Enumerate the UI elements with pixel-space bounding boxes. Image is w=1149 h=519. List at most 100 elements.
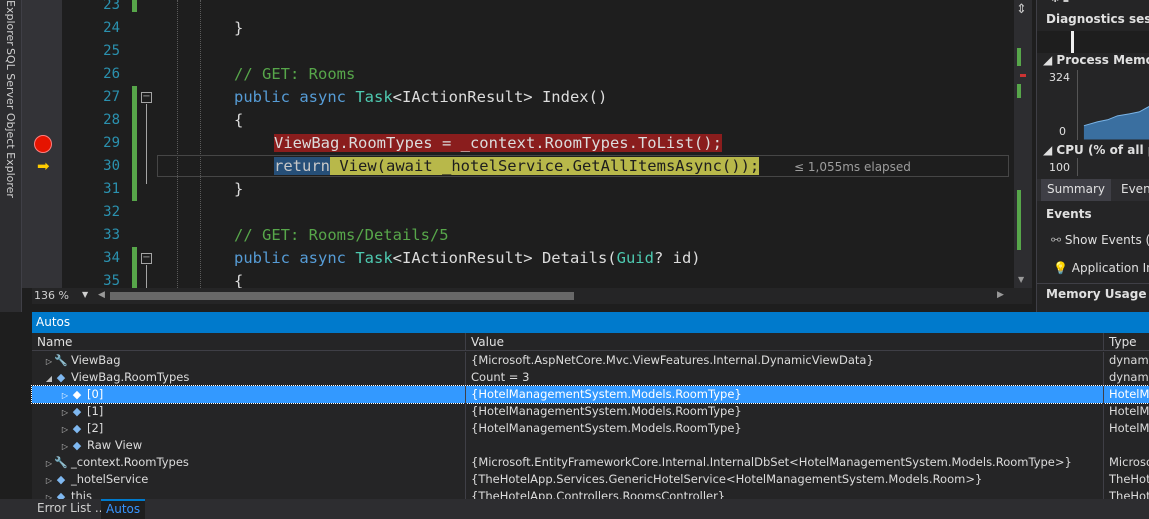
code-line-29[interactable]: ViewBag.RoomTypes = _context.RoomTypes.T… <box>274 132 722 155</box>
collapse-region-icon[interactable]: − <box>141 92 152 103</box>
split-editor-icon[interactable]: ⇕ <box>1016 2 1027 17</box>
triangle-down-icon[interactable]: ◢ <box>1043 143 1052 157</box>
table-row[interactable]: ◢ ◆ ViewBag.RoomTypes Count = 3 dynami <box>32 369 1149 386</box>
tab-autos[interactable]: Autos <box>101 499 146 519</box>
code-type: Guid <box>616 249 654 267</box>
code-text: { <box>234 272 244 288</box>
code-line-33[interactable]: // GET: Rooms/Details/5 <box>234 224 449 247</box>
tab-events[interactable]: Events <box>1115 179 1149 201</box>
table-row[interactable]: ▷ 🔧 ViewBag {Microsoft.AspNetCore.Mvc.View… <box>32 352 1149 369</box>
process-memory-label: ◢ Process Memory ( <box>1043 53 1149 67</box>
variable-name: _context.RoomTypes <box>71 455 189 469</box>
line-number: 24 <box>103 20 120 36</box>
code-line-27[interactable]: public async Task<IActionResult> Index() <box>234 86 607 109</box>
table-row[interactable]: ▷ ◆ this {TheHotelApp.Controllers.RoomsCon… <box>32 488 1149 499</box>
autos-title-bar[interactable]: Autos <box>32 312 1149 333</box>
code-line-24[interactable]: } <box>234 17 243 40</box>
line-number: 27 <box>103 89 120 105</box>
line-number: 25 <box>103 43 120 59</box>
expand-icon[interactable]: ▷ <box>44 472 54 488</box>
private-field-icon: ◆ <box>56 473 66 486</box>
variable-value[interactable]: {Microsoft.EntityFrameworkCore.Internal.… <box>465 454 1103 471</box>
expand-icon[interactable]: ▷ <box>60 404 70 420</box>
scroll-down-icon[interactable]: ▼ <box>1018 275 1024 284</box>
raw-view-icon: ◆ <box>72 439 82 452</box>
show-events-text: Show Events (8 <box>1064 233 1149 247</box>
collapse-icon[interactable]: ◢ <box>44 370 54 386</box>
variable-value[interactable]: {TheHotelApp.Services.GenericHotelServic… <box>465 471 1103 488</box>
code-line-34[interactable]: public async Task<IActionResult> Details… <box>234 247 701 270</box>
process-memory-chart[interactable] <box>1077 70 1149 140</box>
sql-server-object-explorer-tab[interactable]: SQL Server Object Explorer <box>4 48 17 198</box>
tab-error-list[interactable]: Error List ... <box>32 499 111 519</box>
variable-name: this <box>71 489 92 499</box>
table-row[interactable]: ▷ ◆ [0] {HotelManagementSystem.Models.Room… <box>31 385 1149 404</box>
expand-icon[interactable]: ▷ <box>60 421 70 437</box>
variable-value[interactable]: {HotelManagementSystem.Models.RoomType} <box>465 386 1103 403</box>
memory-min-label: 0 <box>1059 125 1066 138</box>
variable-value[interactable]: Count = 3 <box>465 369 1103 386</box>
field-icon: ◆ <box>56 371 66 384</box>
expand-icon[interactable]: ▷ <box>44 353 54 369</box>
variable-value[interactable]: {Microsoft.AspNetCore.Mvc.ViewFeatures.I… <box>465 352 1103 369</box>
chevron-down-icon[interactable]: ▼ <box>82 290 88 299</box>
variable-value[interactable] <box>465 437 1103 454</box>
editor-vertical-scrollbar[interactable]: ⇕ ▼ <box>1014 0 1032 288</box>
scrollbar-change-mark <box>1017 48 1021 66</box>
column-header-name[interactable]: Name <box>32 333 72 351</box>
table-row[interactable]: ▷ ◆ Raw View <box>32 437 1149 454</box>
process-memory-text: Process Memory ( <box>1056 53 1149 67</box>
code-editor[interactable]: ➡ 23 24 25 26 27 28 29 30 31 32 33 34 35… <box>22 0 1014 288</box>
autos-window: Autos Name Value Type ▷ 🔧 ViewBag {Microso… <box>31 312 1149 499</box>
diagnostics-session-title: Diagnostics session <box>1046 12 1149 26</box>
scroll-right-icon[interactable]: ▶ <box>997 290 1004 300</box>
cpu-chart[interactable] <box>1077 158 1149 176</box>
expand-icon[interactable]: ▷ <box>44 489 54 499</box>
outline-guide <box>146 265 147 288</box>
column-header-type[interactable]: Type <box>1103 333 1137 351</box>
change-indicator <box>132 86 137 201</box>
code-keyword: public async <box>234 249 346 267</box>
diagnostics-tabs: Summary Events <box>1037 179 1149 201</box>
application-insights-link[interactable]: 💡 Application Ins <box>1053 261 1149 275</box>
horizontal-scroll-thumb[interactable] <box>110 292 574 300</box>
code-line-31[interactable]: } <box>234 178 243 201</box>
variable-type: HotelM <box>1103 420 1149 437</box>
zoom-level[interactable]: 136 % <box>34 289 69 302</box>
table-row[interactable]: ▷ ◆ _hotelService {TheHotelApp.Services.Ge… <box>32 471 1149 488</box>
autos-column-header: Name Value Type <box>32 333 1149 351</box>
expand-icon[interactable]: ▷ <box>44 455 54 471</box>
object-icon: ◆ <box>72 405 82 418</box>
collapse-region-icon[interactable]: − <box>141 253 152 264</box>
column-header-value[interactable]: Value <box>465 333 504 351</box>
session-timeline[interactable] <box>1037 31 1149 53</box>
line-number: 31 <box>103 181 120 197</box>
variable-value[interactable]: {TheHotelApp.Controllers.RoomsController… <box>465 488 1103 499</box>
variable-value[interactable]: {HotelManagementSystem.Models.RoomType} <box>465 403 1103 420</box>
code-line-28[interactable]: { <box>234 109 243 132</box>
table-row[interactable]: ▷ ◆ [2] {HotelManagementSystem.Models.Room… <box>32 420 1149 437</box>
table-row[interactable]: ▷ ◆ [1] {HotelManagementSystem.Models.Room… <box>32 403 1149 420</box>
explorer-side-tab[interactable]: Explorer <box>4 0 17 46</box>
variable-type: HotelM <box>1103 403 1149 420</box>
variable-value[interactable]: {HotelManagementSystem.Models.RoomType} <box>465 420 1103 437</box>
current-statement-text: View(await _hotelService.GetAllItemsAsyn… <box>330 157 760 175</box>
variable-name: [1] <box>87 404 104 418</box>
tab-summary[interactable]: Summary <box>1041 179 1111 201</box>
app-insights-text: Application Ins <box>1071 261 1149 275</box>
code-line-26[interactable]: // GET: Rooms <box>234 63 355 86</box>
table-row[interactable]: ▷ 🔧 _context.RoomTypes {Microsoft.EntityFr… <box>32 454 1149 471</box>
breakpoint-icon[interactable] <box>34 135 52 153</box>
show-events-link[interactable]: ⚯ Show Events (8 <box>1051 233 1149 247</box>
wrench-icon: 🔧 <box>54 354 68 367</box>
expand-icon[interactable]: ▷ <box>60 438 70 454</box>
toolbar-icons[interactable]: ✱ ▪ <box>1051 0 1069 5</box>
code-line-30[interactable]: return View(await _hotelService.GetAllIt… <box>274 155 760 178</box>
perf-tip-elapsed[interactable]: ≤ 1,055ms elapsed <box>794 157 911 177</box>
expand-icon[interactable]: ▷ <box>60 387 70 403</box>
instruction-pointer-icon: ➡ <box>37 157 50 175</box>
triangle-down-icon[interactable]: ◢ <box>1043 53 1052 67</box>
scroll-left-icon[interactable]: ◀ <box>98 290 105 300</box>
bottom-tool-tabs: Error List ... Autos <box>0 499 1149 519</box>
code-line-35[interactable]: { <box>234 270 243 288</box>
